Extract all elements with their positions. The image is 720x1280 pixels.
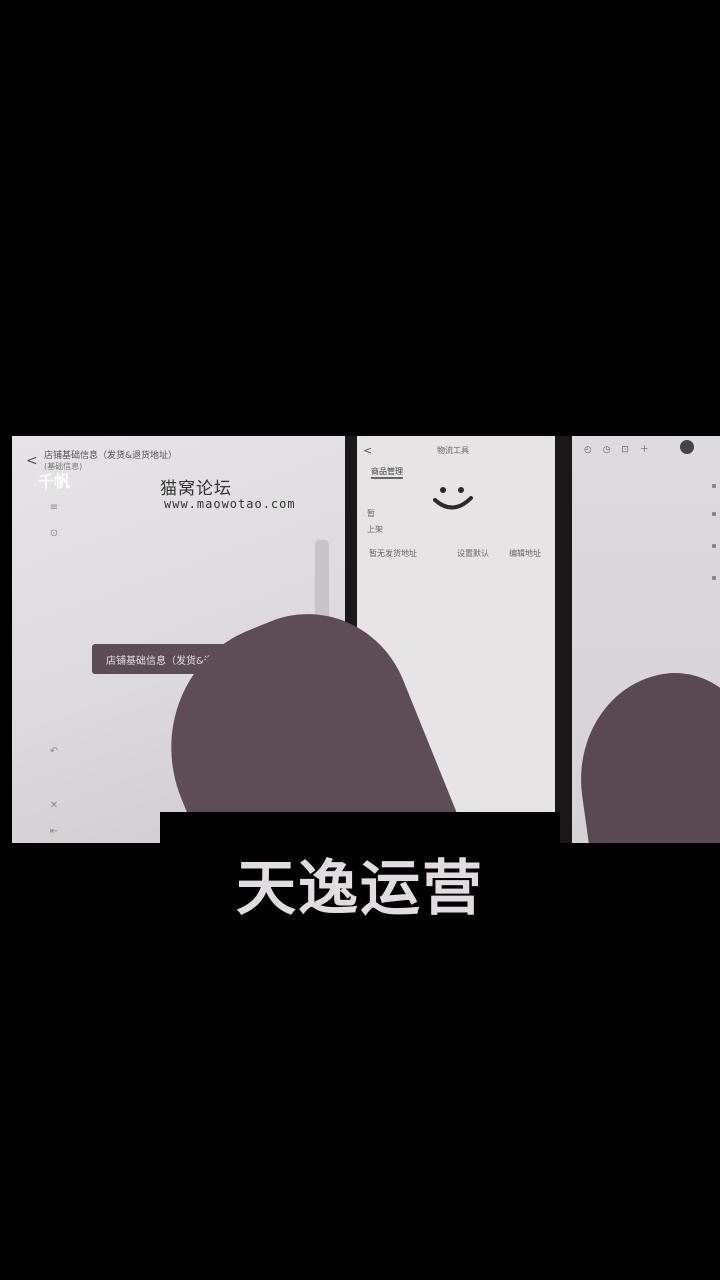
edit-address-link[interactable]: 编辑地址 [509, 548, 541, 559]
phone-bezel [555, 436, 572, 843]
forum-url: www.maowotao.com [164, 497, 296, 511]
list-marker [712, 576, 716, 580]
list-marker [712, 484, 716, 488]
menu-icon[interactable]: ≡ [48, 502, 60, 514]
status-icons: ◴ ◷ ⊡ ＋ [584, 445, 653, 455]
forum-name: 猫窝论坛 [160, 479, 232, 499]
undo-icon[interactable]: ↶ [48, 746, 60, 758]
address-label: 暂无发货地址 [369, 549, 417, 558]
middle-page-title: 物流工具 [437, 446, 469, 455]
camera-photo: < 店铺基础信息（发货&退货地址） (基础信息) 千帆 猫窝论坛 www.mao… [12, 436, 720, 843]
smile-icon [433, 487, 473, 510]
left-page-title: 店铺基础信息（发货&退货地址） [44, 451, 178, 461]
tab-goods[interactable]: 商品管理 [371, 466, 403, 479]
collapse-icon[interactable]: ⇤ [48, 826, 60, 838]
set-default-link[interactable]: 设置默认 [457, 548, 489, 559]
list-marker [712, 544, 716, 548]
settings-icon[interactable]: ⊙ [48, 528, 60, 540]
empty-line: 暂 [367, 509, 375, 518]
video-caption: 天逸运营 [236, 854, 484, 924]
avatar[interactable] [680, 440, 694, 454]
qianfan-watermark: 千帆 [38, 472, 71, 491]
back-icon[interactable]: < [26, 453, 38, 469]
list-marker [712, 512, 716, 516]
listed-line: 上架 [367, 525, 383, 534]
close-icon[interactable]: ✕ [48, 800, 60, 812]
back-icon[interactable]: < [363, 444, 372, 457]
